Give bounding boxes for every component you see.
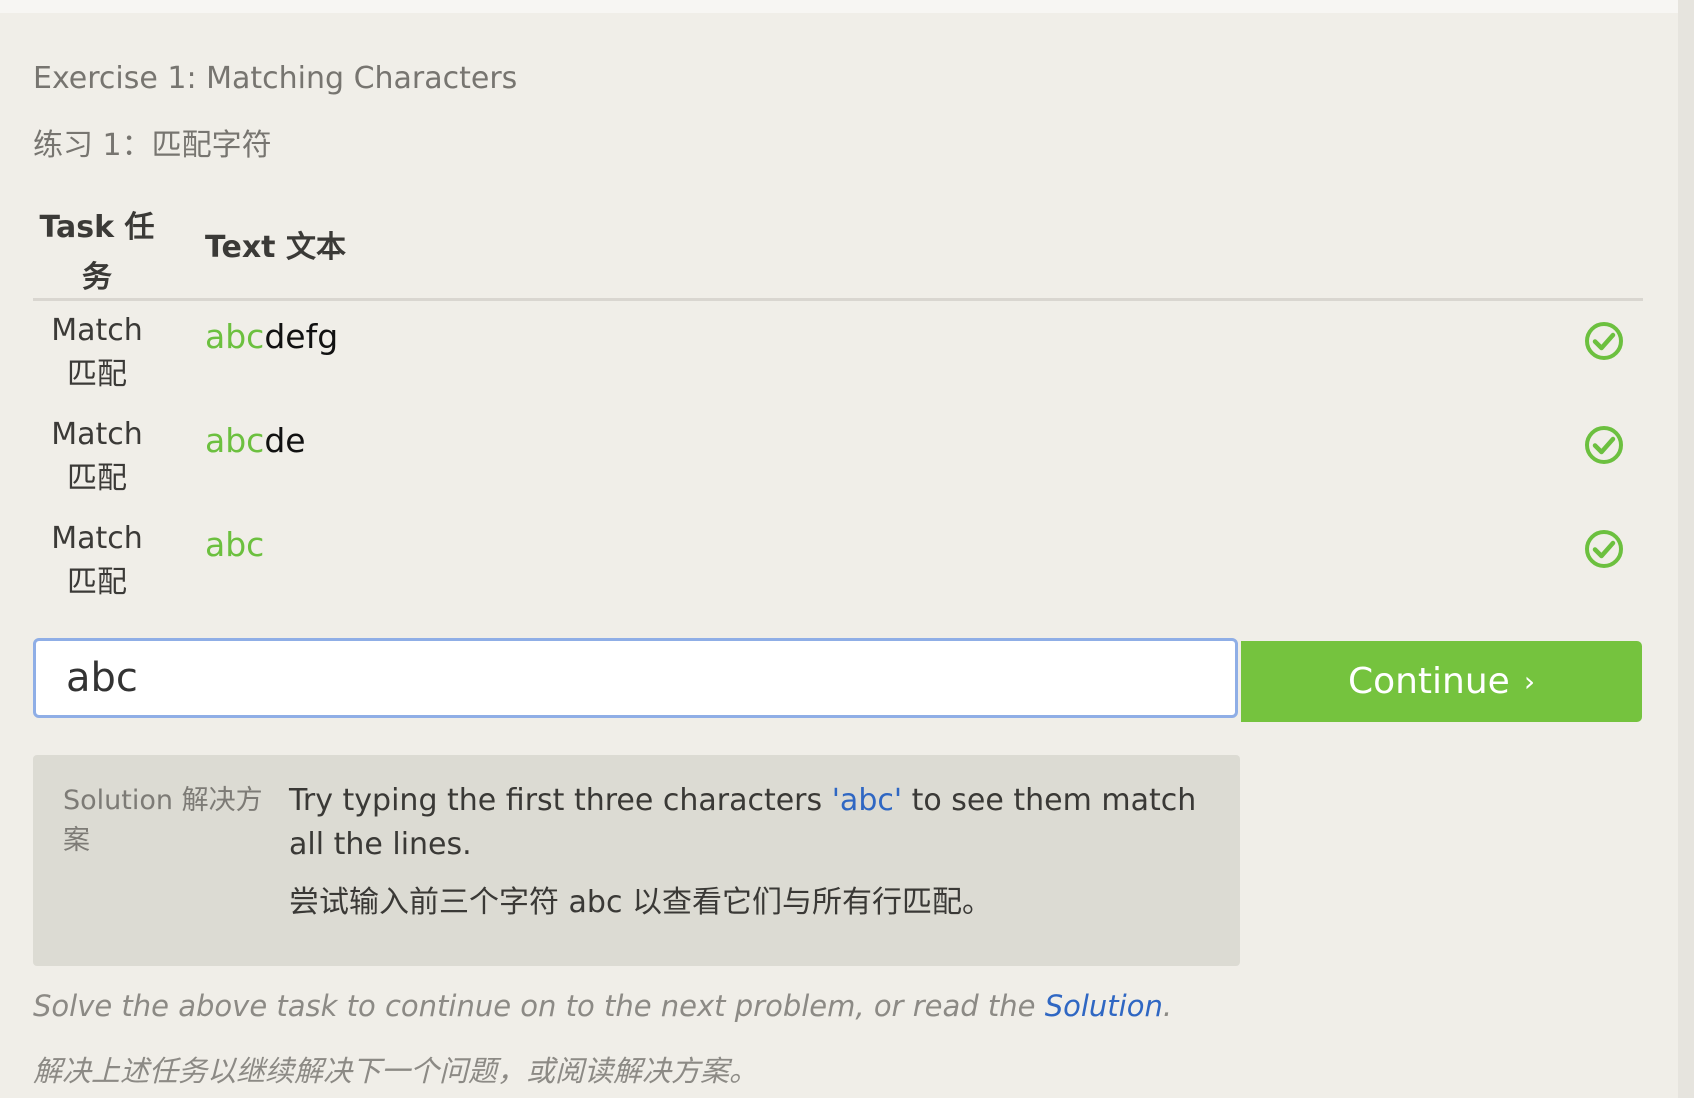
solution-text-part: Try typing the first three characters (289, 783, 832, 818)
top-strip (0, 0, 1678, 13)
unmatched-text: defg (264, 317, 339, 356)
continue-button-label: Continue (1347, 661, 1510, 702)
matched-text: abc (205, 317, 265, 356)
matched-text: abc (205, 421, 265, 460)
check-circle-icon (1585, 530, 1623, 568)
chevron-right-icon: › (1523, 665, 1536, 698)
row-task-label: Match 匹配 (51, 417, 143, 496)
row-text: abc (205, 523, 264, 567)
footer-hint-zh: 解决上述任务以继续解决下一个问题，或阅读解决方案。 (33, 1054, 759, 1088)
scroll-edge (1678, 0, 1694, 1098)
exercise-page: Exercise 1: Matching Characters 练习 1：匹配字… (0, 13, 1678, 1098)
footer-hint-text: Solve the above task to continue on to t… (33, 989, 1045, 1023)
continue-button[interactable]: Continue › (1241, 641, 1642, 722)
solution-text-zh: 尝试输入前三个字符 abc 以查看它们与所有行匹配。 (289, 885, 992, 920)
solution-link[interactable]: Solution (1045, 989, 1163, 1023)
footer-hint-text: . (1162, 989, 1173, 1023)
task-column-header: Task 任务 (39, 210, 155, 295)
solution-panel: Solution 解决方案 Try typing the first three… (33, 755, 1240, 966)
solution-highlight: 'abc' (831, 783, 903, 818)
table-row: Match 匹配 abc (0, 517, 1678, 621)
exercise-title: Exercise 1: Matching Characters (33, 61, 518, 96)
solution-label: Solution 解决方案 (63, 785, 263, 856)
exercise-title-zh: 练习 1：匹配字符 (33, 128, 272, 163)
unmatched-text: de (264, 421, 306, 460)
footer-hint: Solve the above task to continue on to t… (33, 989, 1172, 1023)
check-circle-icon (1585, 426, 1623, 464)
row-text: abcde (205, 419, 306, 463)
solution-text-en: Try typing the first three characters 'a… (289, 779, 1209, 867)
table-row: Match 匹配 abcde (0, 413, 1678, 517)
row-text: abcdefg (205, 315, 338, 359)
row-task-label: Match 匹配 (51, 313, 143, 392)
text-column-header: Text 文本 (205, 230, 346, 265)
table-row: Match 匹配 abcdefg (0, 309, 1678, 413)
table-header-divider (33, 298, 1643, 301)
answer-input[interactable] (33, 638, 1238, 718)
matched-text: abc (205, 525, 265, 564)
row-task-label: Match 匹配 (51, 521, 143, 600)
solution-text: Try typing the first three characters 'a… (289, 779, 1209, 925)
check-circle-icon (1585, 322, 1623, 360)
